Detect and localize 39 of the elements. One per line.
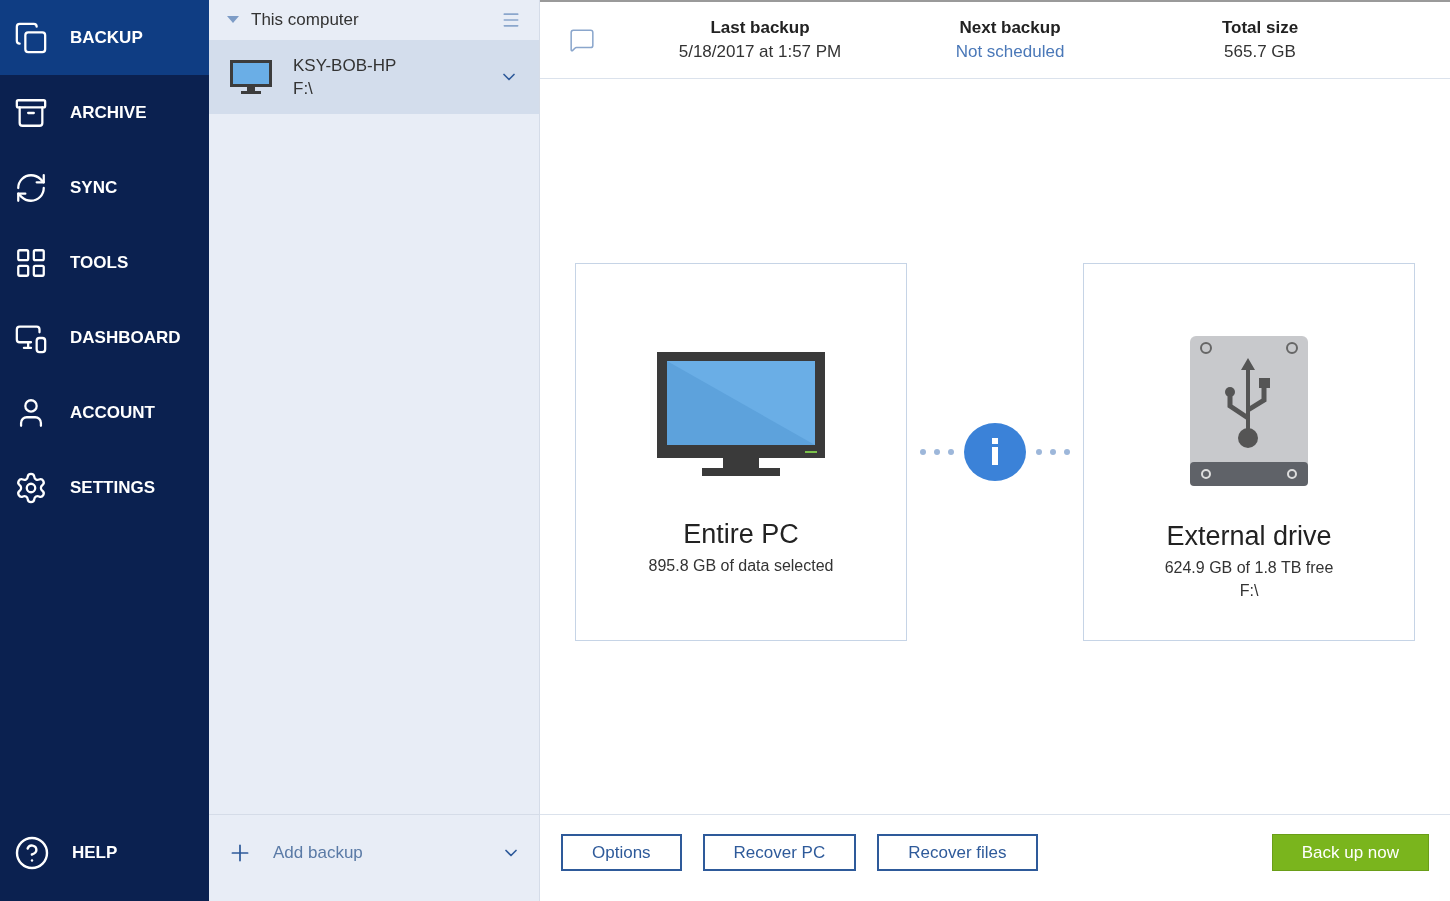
nav-item[interactable]: TOOLS <box>0 225 209 300</box>
source-card[interactable]: Entire PC 895.8 GB of data selected <box>575 262 907 641</box>
copy-icon <box>14 20 48 55</box>
collapse-triangle-icon[interactable] <box>227 16 239 24</box>
add-backup-link[interactable]: Add backup <box>273 839 363 866</box>
action-button[interactable]: Recover PC <box>702 834 857 871</box>
nav-item[interactable]: SETTINGS <box>0 450 209 525</box>
info-icon[interactable] <box>964 422 1026 481</box>
group-label: This computer <box>251 9 359 32</box>
nav-item[interactable]: ARCHIVE <box>0 75 209 150</box>
settings-icon <box>14 470 48 505</box>
dots-icon <box>1036 448 1070 455</box>
nav-item[interactable]: ACCOUNT <box>0 375 209 450</box>
monitor-icon <box>229 59 273 95</box>
help-item[interactable]: HELP <box>0 815 209 890</box>
card-detail: 895.8 GB of data selected <box>648 556 834 576</box>
card-title: Entire PC <box>683 517 799 551</box>
summary-label: Total size <box>1221 17 1299 39</box>
backup-path: F:\ <box>293 78 314 100</box>
destination-card[interactable]: External drive 624.9 GB of 1.8 TB free F:\ <box>1083 262 1415 641</box>
help-icon <box>14 834 50 871</box>
comment-icon[interactable] <box>569 27 595 53</box>
summary-value: 565.7 GB <box>1224 41 1296 63</box>
action-button[interactable]: Options <box>561 834 682 871</box>
nav-item[interactable]: SYNC <box>0 150 209 225</box>
summary-label: Next backup <box>959 17 1061 39</box>
action-button[interactable]: Recover files <box>877 834 1038 871</box>
nav-item[interactable]: BACKUP <box>0 0 209 75</box>
summary-label: Last backup <box>710 17 810 39</box>
card-detail: 624.9 GB of 1.8 TB free <box>1164 558 1334 578</box>
menu-icon[interactable] <box>501 10 521 30</box>
card-title: External drive <box>1166 519 1332 553</box>
summary-value: 5/18/2017 at 1:57 PM <box>678 41 842 63</box>
computer-entry[interactable]: KSY-BOB-HP F:\ <box>209 40 539 114</box>
card-detail: F:\ <box>1239 581 1259 601</box>
nav-item[interactable]: DASHBOARD <box>0 300 209 375</box>
backup-name: KSY-BOB-HP <box>293 55 397 77</box>
dots-icon <box>920 448 954 455</box>
summary-value[interactable]: Not scheduled <box>955 40 1065 64</box>
